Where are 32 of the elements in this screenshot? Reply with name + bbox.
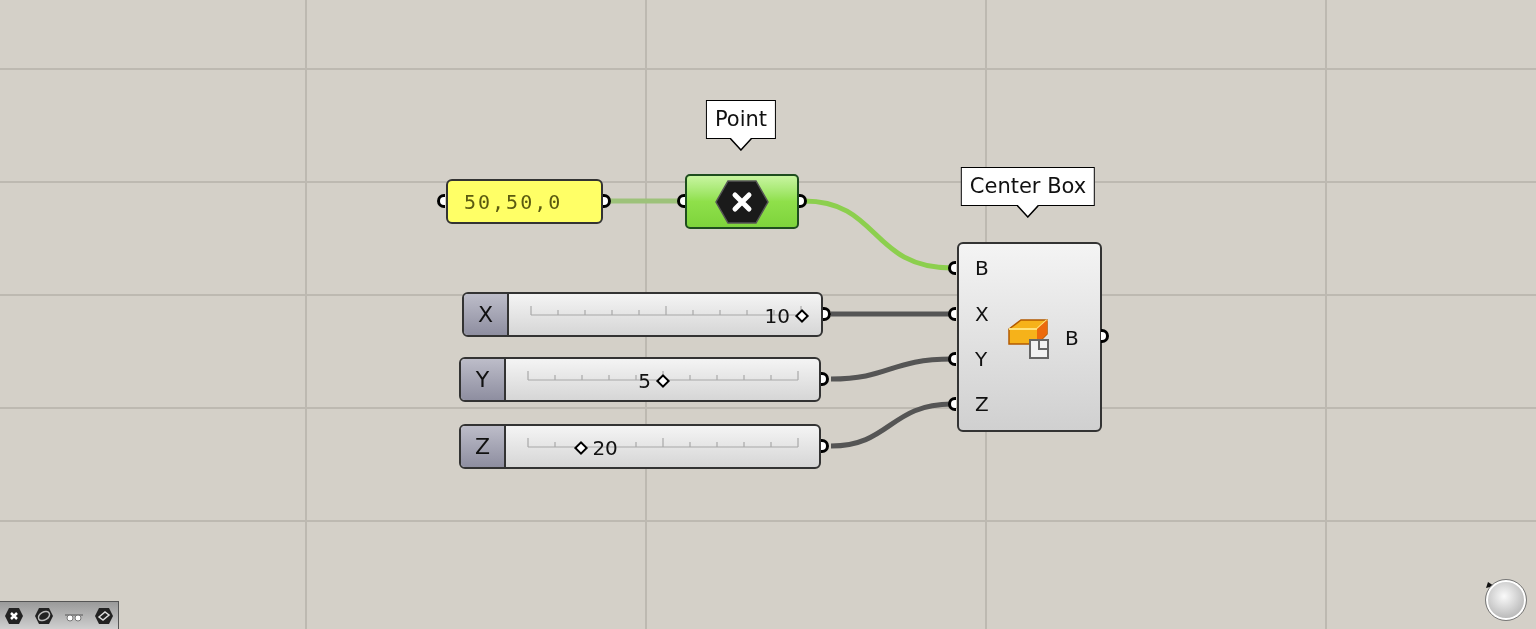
input-label: Z (975, 392, 989, 416)
output-port[interactable] (603, 194, 611, 208)
center-box-component[interactable]: B X Y Z B (957, 242, 1102, 432)
slider-track[interactable]: 10 (522, 302, 810, 330)
box-icon (1007, 316, 1051, 360)
output-port[interactable] (823, 307, 831, 321)
slider-label: Y (461, 359, 506, 400)
output-label: B (1065, 326, 1079, 350)
input-label: B (975, 256, 989, 280)
slider-track[interactable]: 20 (519, 434, 807, 462)
slider-track[interactable]: 5 (519, 367, 807, 395)
slider-value: 5 (638, 368, 651, 395)
number-slider[interactable]: Y 5 (459, 357, 821, 402)
slider-label: X (464, 294, 509, 335)
output-port[interactable] (821, 372, 829, 386)
input-label: Y (975, 347, 988, 371)
tooltip-pointer-icon (730, 138, 752, 151)
hexagon-tag-icon[interactable] (94, 606, 114, 625)
hexagon-x-icon (715, 178, 769, 225)
hexagon-x-icon[interactable] (4, 606, 24, 625)
output-port[interactable] (799, 194, 807, 208)
slider-value: 10 (764, 303, 790, 330)
output-port[interactable] (1101, 329, 1109, 343)
output-port[interactable] (821, 439, 829, 453)
number-slider[interactable]: Z 20 (459, 424, 821, 469)
tooltip-pointer-icon (1017, 205, 1039, 218)
number-slider[interactable]: X 10 (462, 292, 823, 337)
slider-value: 20 (592, 435, 618, 462)
slider-label: Z (461, 426, 506, 467)
point-component[interactable] (685, 174, 799, 229)
input-label: X (975, 302, 989, 326)
panel-field[interactable]: 50,50,0 (446, 179, 603, 224)
